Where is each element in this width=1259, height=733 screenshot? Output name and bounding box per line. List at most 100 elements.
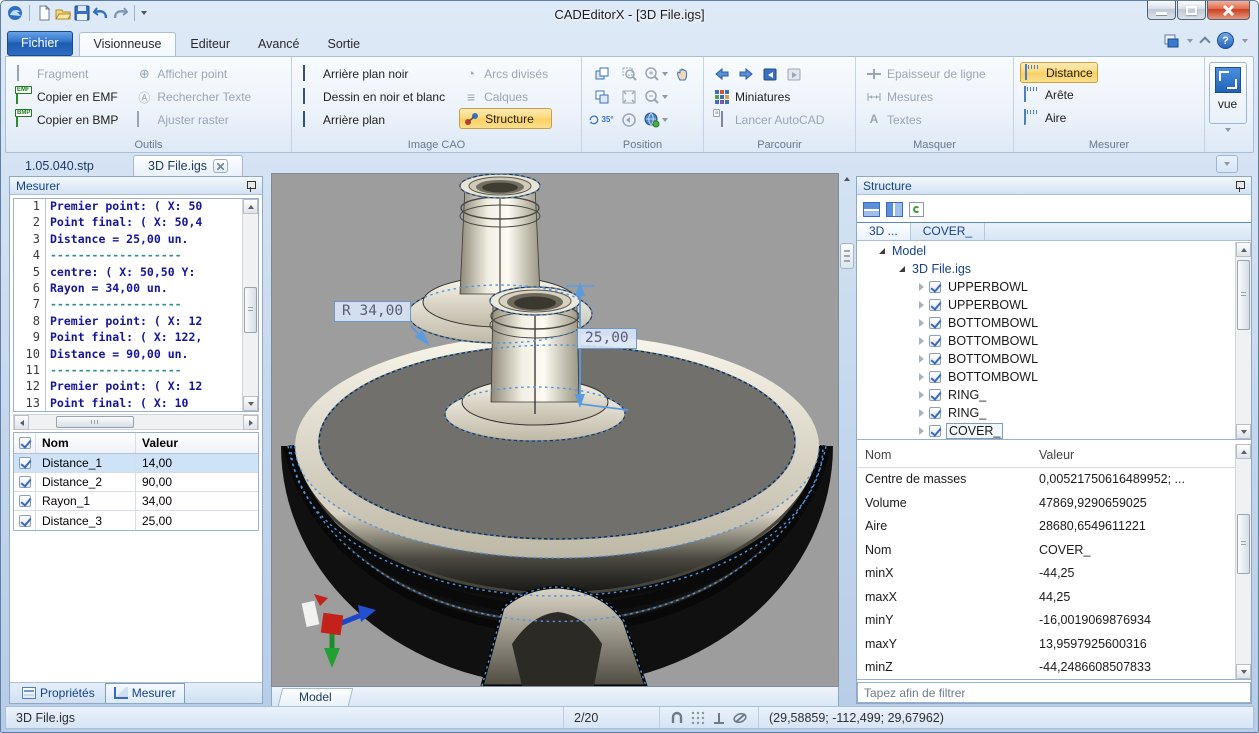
row-checkbox[interactable] <box>19 515 31 527</box>
model-layout-tab[interactable]: Model <box>278 688 353 706</box>
structure-tree[interactable]: Model 3D File.igs UPPERBOWL UPPERBOWL BO… <box>857 242 1251 440</box>
zoom-window-icon[interactable] <box>621 66 637 82</box>
pan-icon[interactable] <box>675 66 691 82</box>
expanded-icon[interactable] <box>899 266 905 272</box>
row-checkbox[interactable] <box>19 495 31 507</box>
divided-arcs-button[interactable]: ◔Arcs divisés <box>459 62 552 85</box>
scrollbar-thumb[interactable] <box>1237 260 1250 330</box>
collapsed-icon[interactable] <box>919 301 924 309</box>
select-all-checkbox[interactable] <box>19 437 31 449</box>
copy-bmp-button[interactable]: BMPCopier en BMP <box>12 108 122 131</box>
measures-button[interactable]: Mesures <box>862 85 1007 108</box>
tree-checkbox[interactable] <box>929 335 941 347</box>
tree-item[interactable]: BOTTOMBOWL <box>857 368 1251 386</box>
scroll-up-icon[interactable] <box>1236 444 1251 459</box>
collapsed-icon[interactable] <box>919 409 924 417</box>
forward-icon[interactable] <box>738 66 754 82</box>
tab-editeur[interactable]: Editeur <box>176 33 244 56</box>
measure-panel-header[interactable]: Mesurer <box>10 177 262 195</box>
scroll-down-icon[interactable] <box>1236 424 1251 439</box>
property-row[interactable]: NomCOVER_ <box>857 538 1251 562</box>
tree-checkbox[interactable] <box>929 389 941 401</box>
fit-view-icon[interactable] <box>621 89 637 105</box>
split-vertical-icon[interactable] <box>886 202 903 217</box>
show-point-button[interactable]: ⊕Afficher point <box>132 62 255 85</box>
pin-icon[interactable] <box>1235 180 1245 192</box>
scrollbar-thumb[interactable] <box>56 416 134 428</box>
tree-item[interactable]: 3D File.igs <box>857 260 1251 278</box>
tab-fichier[interactable]: Fichier <box>7 31 73 56</box>
properties-header[interactable]: NomValeur <box>857 444 1251 468</box>
scroll-up-icon[interactable] <box>243 199 258 214</box>
collapsed-icon[interactable] <box>919 391 924 399</box>
zoom-in-dropdown-icon[interactable] <box>662 72 668 76</box>
tab-visionneuse[interactable]: Visionneuse <box>79 32 177 56</box>
table-row[interactable]: Distance_290,00 <box>14 473 258 492</box>
tab-mesurer[interactable]: Mesurer <box>105 683 185 703</box>
rotate-view-icon[interactable] <box>594 66 610 82</box>
orbit-pen-icon[interactable] <box>733 711 748 725</box>
split-horizontal-icon[interactable] <box>863 202 880 217</box>
collapsed-icon[interactable] <box>919 319 924 327</box>
grid-icon[interactable] <box>691 711 705 725</box>
miniatures-button[interactable]: Miniatures <box>710 85 849 108</box>
measure-log[interactable]: 1Premier point: ( X: 50 2Point final: ( … <box>13 198 259 412</box>
structure-tab-cover[interactable]: COVER_ <box>911 223 985 240</box>
collapsed-icon[interactable] <box>919 355 924 363</box>
previous-view-icon[interactable] <box>621 112 637 128</box>
property-row[interactable]: maxY13,9597925600316 <box>857 632 1251 656</box>
tree-checkbox[interactable] <box>929 425 941 437</box>
tree-checkbox[interactable] <box>929 407 941 419</box>
render-mode-icon[interactable] <box>644 112 660 128</box>
refresh-icon[interactable] <box>909 202 924 217</box>
fit-raster-button[interactable]: Ajuster raster <box>132 108 255 131</box>
area-button[interactable]: Aire <box>1020 106 1198 129</box>
property-row[interactable]: Centre de masses0,00521750616489952; ... <box>857 468 1251 492</box>
pin-icon[interactable] <box>246 180 256 192</box>
window-style-dropdown-icon[interactable] <box>1187 39 1193 43</box>
doc-tab-igs[interactable]: 3D File.igs <box>133 155 243 176</box>
rotate-35-icon[interactable]: 35° <box>589 115 613 125</box>
vue-button[interactable]: vue <box>1209 62 1247 124</box>
log-horizontal-scrollbar[interactable] <box>13 414 259 430</box>
window-style-icon[interactable] <box>1163 33 1179 49</box>
copy-emf-button[interactable]: EMFCopier en EMF <box>12 85 122 108</box>
forward-page-icon[interactable] <box>786 66 802 82</box>
doc-tab-stp[interactable]: 1.05.040.stp <box>11 155 108 176</box>
tree-item[interactable]: COVER_ <box>857 422 1251 440</box>
3d-viewport[interactable]: R 34,00 25,00 <box>271 173 839 687</box>
render-mode-dropdown-icon[interactable] <box>662 118 668 122</box>
maximize-button[interactable] <box>1177 1 1206 20</box>
expanded-icon[interactable] <box>879 248 885 254</box>
structure-panel-header[interactable]: Structure <box>857 177 1251 195</box>
line-weight-button[interactable]: Epaisseur de ligne <box>862 62 1007 85</box>
tree-item[interactable]: UPPERBOWL <box>857 278 1251 296</box>
tab-proprietes[interactable]: Propriétés <box>14 684 103 703</box>
find-text-button[interactable]: ⒶRechercher Texte <box>132 85 255 108</box>
tree-item[interactable]: BOTTOMBOWL <box>857 350 1251 368</box>
scroll-left-icon[interactable] <box>14 415 29 430</box>
fragment-button[interactable]: Fragment <box>12 62 122 85</box>
property-row[interactable]: maxX44,25 <box>857 585 1251 609</box>
help-icon[interactable]: ? <box>1217 32 1234 49</box>
structure-button[interactable]: Structure <box>459 108 552 129</box>
scroll-down-icon[interactable] <box>1236 664 1251 679</box>
title-bar[interactable]: CADEditorX - [3D File.igs] <box>1 1 1258 29</box>
zoom-out-dropdown-icon[interactable] <box>662 95 668 99</box>
minimize-button[interactable] <box>1147 1 1176 20</box>
property-row[interactable]: minZ-44,2486608507833 <box>857 656 1251 680</box>
texts-button[interactable]: ATextes <box>862 108 1007 131</box>
distance-button[interactable]: Distance <box>1020 62 1098 83</box>
measure-table-header[interactable]: Nom Valeur <box>14 433 258 454</box>
left-splitter[interactable] <box>263 173 271 706</box>
tab-avance[interactable]: Avancé <box>244 33 313 56</box>
row-checkbox[interactable] <box>19 476 31 488</box>
zoom-out-icon[interactable] <box>644 89 660 105</box>
tree-checkbox[interactable] <box>929 299 941 311</box>
properties-scrollbar[interactable] <box>1235 444 1251 679</box>
tree-scrollbar[interactable] <box>1235 242 1251 439</box>
tree-item[interactable]: BOTTOMBOWL <box>857 332 1251 350</box>
collapsed-icon[interactable] <box>919 373 924 381</box>
scrollbar-thumb[interactable] <box>1237 514 1250 574</box>
property-row[interactable]: minY-16,0019069876934 <box>857 609 1251 633</box>
